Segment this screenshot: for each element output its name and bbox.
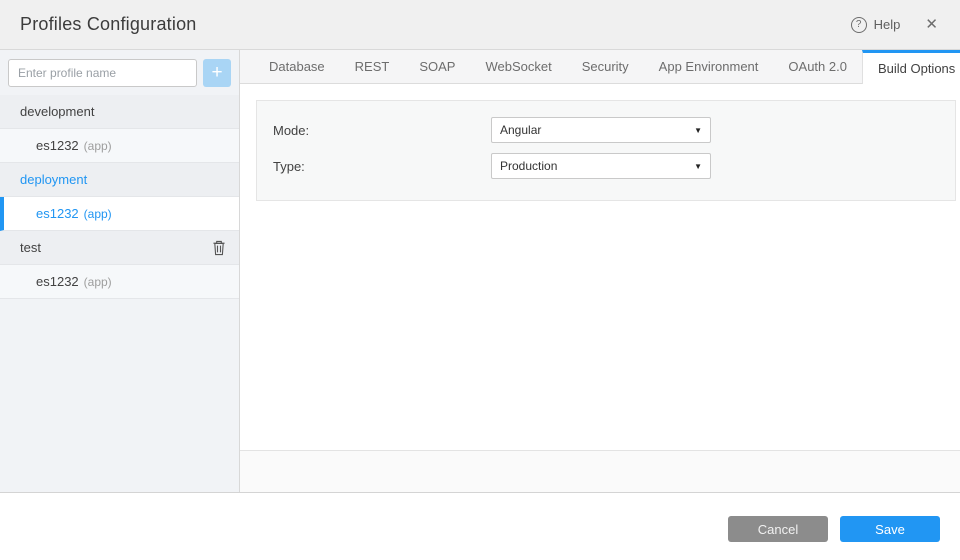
profile-item-selected[interactable]: es1232 (app) <box>0 197 239 231</box>
tab-rest[interactable]: REST <box>340 50 405 83</box>
profiles-configuration-window: Profiles Configuration ? Help ✕ + develo… <box>0 0 960 560</box>
add-profile-button[interactable]: + <box>203 58 231 87</box>
mode-field-row: Mode: Angular ▼ <box>273 117 939 143</box>
tab-build-options[interactable]: Build Options <box>861 50 960 84</box>
window-body: + development es1232 (app) deployment es… <box>0 50 960 492</box>
profile-name-input[interactable] <box>8 58 197 87</box>
delete-profile-button[interactable] <box>212 240 226 256</box>
profile-group-development[interactable]: development <box>0 95 239 129</box>
window-header: Profiles Configuration ? Help ✕ <box>0 0 960 50</box>
profile-group-test[interactable]: test <box>0 231 239 265</box>
save-button[interactable]: Save <box>840 516 940 542</box>
mode-label: Mode: <box>273 122 310 138</box>
type-label: Type: <box>273 158 305 174</box>
window-footer: Cancel Save <box>0 492 960 560</box>
tab-soap[interactable]: SOAP <box>404 50 470 83</box>
profile-item-suffix: (app) <box>83 138 112 153</box>
type-select[interactable]: Production ▼ <box>491 153 711 179</box>
chevron-down-icon: ▼ <box>694 125 702 135</box>
pre-footer-strip <box>240 450 960 492</box>
type-select-value: Production <box>500 159 558 173</box>
profile-item-suffix: (app) <box>83 206 112 221</box>
tab-app-environment[interactable]: App Environment <box>644 50 774 83</box>
build-options-form: Mode: Angular ▼ Type: Production ▼ <box>256 100 957 201</box>
trash-icon <box>213 240 225 255</box>
tab-content: Mode: Angular ▼ Type: Production ▼ <box>240 84 960 450</box>
profile-list: development es1232 (app) deployment es12… <box>0 95 239 299</box>
help-button[interactable]: ? Help <box>850 16 901 33</box>
tab-bar: Database REST SOAP WebSocket Security Ap… <box>240 50 960 84</box>
profile-group-label: deployment <box>20 172 88 187</box>
profile-item[interactable]: es1232 (app) <box>0 265 239 299</box>
profiles-sidebar: + development es1232 (app) deployment es… <box>0 50 240 492</box>
profile-item[interactable]: es1232 (app) <box>0 129 239 163</box>
tab-websocket[interactable]: WebSocket <box>470 50 566 83</box>
help-icon: ? <box>850 16 867 33</box>
mode-select-value: Angular <box>500 123 542 137</box>
tab-database[interactable]: Database <box>254 50 340 83</box>
tab-oauth-2-0[interactable]: OAuth 2.0 <box>773 50 862 83</box>
type-field-row: Type: Production ▼ <box>273 153 939 179</box>
cancel-button[interactable]: Cancel <box>728 516 828 542</box>
profile-group-label: test <box>20 240 41 255</box>
profile-item-label: es1232 <box>36 138 79 153</box>
profile-item-label: es1232 <box>36 274 79 289</box>
profile-group-deployment[interactable]: deployment <box>0 163 239 197</box>
header-actions: ? Help ✕ <box>850 16 938 33</box>
main-panel: Database REST SOAP WebSocket Security Ap… <box>240 50 960 492</box>
profile-item-suffix: (app) <box>83 274 112 289</box>
chevron-down-icon: ▼ <box>694 161 702 171</box>
profile-add-row: + <box>0 50 239 95</box>
profile-group-label: development <box>20 104 95 119</box>
profile-item-label: es1232 <box>36 206 79 221</box>
mode-select[interactable]: Angular ▼ <box>491 117 711 143</box>
page-title: Profiles Configuration <box>20 14 197 34</box>
close-icon[interactable]: ✕ <box>925 17 938 32</box>
help-label: Help <box>873 17 901 32</box>
tab-security[interactable]: Security <box>567 50 644 83</box>
